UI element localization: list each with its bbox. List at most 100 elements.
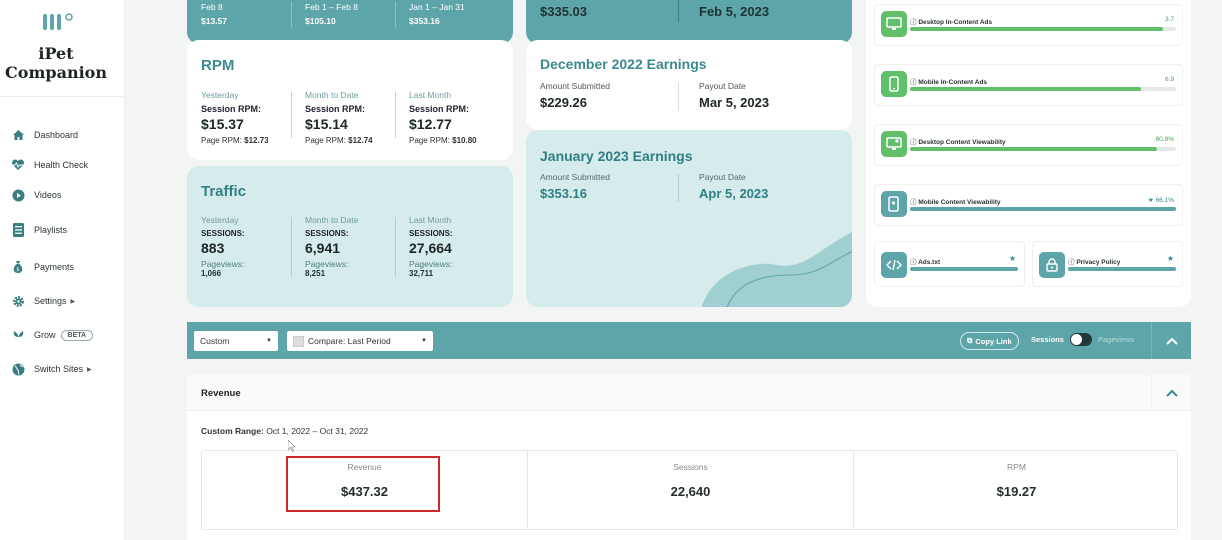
- divider: [395, 217, 396, 277]
- desktop-icon: [881, 11, 907, 37]
- stat-label: Sessions: [673, 462, 708, 472]
- col-value: $13.57: [201, 16, 227, 26]
- health-item-desktop-in-content-ads[interactable]: ⓘ Desktop In-Content Ads 3.7: [874, 4, 1183, 46]
- brand-line-2: Companion: [5, 63, 107, 82]
- traffic-col-last-month: Last Month SESSIONS: 27,664 Pageviews: 3…: [409, 215, 453, 278]
- compare-select[interactable]: Compare: Last Period ▼: [287, 331, 433, 351]
- rpm-card: RPM Yesterday Session RPM: $15.37 Page R…: [187, 40, 513, 160]
- caret-down-icon: ▼: [421, 338, 427, 344]
- rpm-col-last-month: Last Month Session RPM: $12.77 Page RPM:…: [409, 90, 477, 145]
- nav-label: Dashboard: [34, 130, 79, 140]
- nav-label: Videos: [34, 190, 62, 200]
- pageviews-value: 8,251: [305, 269, 326, 278]
- pageviews-toggle-label: Pageviews: [1098, 335, 1135, 344]
- collapse-filter-button[interactable]: [1151, 322, 1191, 359]
- progress-fill: [1068, 267, 1176, 271]
- period-label: Yesterday: [201, 215, 239, 225]
- amount-block: Amount Submitted $229.26: [540, 81, 610, 110]
- health-item-value: 66.1%: [1155, 197, 1174, 204]
- nav-settings[interactable]: Settings ▶: [10, 289, 75, 313]
- col-value: $105.10: [305, 16, 336, 26]
- rpm-col-yesterday: Yesterday Session RPM: $15.37 Page RPM: …: [201, 90, 269, 145]
- period-label: Last Month: [409, 90, 452, 100]
- amount-value: $353.16: [540, 186, 587, 201]
- session-rpm-label: Session RPM:: [305, 104, 366, 114]
- divider: [291, 2, 292, 28]
- copy-link-button[interactable]: ⧉ Copy Link: [960, 332, 1019, 350]
- date-range-value: Custom: [200, 336, 230, 346]
- progress-fill: [910, 267, 1018, 271]
- pageviews-label: Pageviews:: [409, 259, 453, 269]
- stat-label: RPM: [1007, 462, 1026, 472]
- nav-health-check[interactable]: Health Check: [10, 153, 88, 177]
- brand-line-1: iPet: [38, 44, 74, 63]
- info-icon: ⓘ: [910, 139, 917, 146]
- collapse-revenue-button[interactable]: [1151, 375, 1191, 411]
- nav-grow[interactable]: Grow BETA: [10, 323, 94, 347]
- page-rpm-label: Page RPM:: [305, 136, 346, 145]
- info-icon: ⓘ: [910, 259, 917, 266]
- compare-value: Compare: Last Period: [308, 336, 391, 346]
- health-item-name: Privacy Policy: [1076, 259, 1121, 266]
- rpm-col-mtd: Month to Date Session RPM: $15.14 Page R…: [305, 90, 373, 145]
- code-icon: [881, 252, 907, 278]
- nav-videos[interactable]: Videos: [10, 183, 61, 207]
- stat-rpm[interactable]: RPM $19.27: [854, 451, 1179, 531]
- progress-bar: [910, 27, 1176, 31]
- traffic-card: Traffic Yesterday SESSIONS: 883 Pageview…: [187, 166, 513, 307]
- sidebar: iPet Companion Dashboard Health Check Vi…: [0, 0, 125, 540]
- session-rpm-value: $15.37: [201, 116, 244, 132]
- date-range-select[interactable]: Custom ▼: [194, 331, 278, 351]
- filter-bar: Custom ▼ Compare: Last Period ▼ ⧉ Copy L…: [187, 322, 1191, 359]
- logo-icon: [43, 13, 73, 30]
- session-rpm-value: $12.77: [409, 116, 452, 132]
- december-earnings-title: December 2022 Earnings: [540, 56, 707, 72]
- info-icon: ⓘ: [910, 19, 917, 26]
- play-icon: [10, 187, 26, 203]
- nav-switch-sites[interactable]: Switch Sites ▶: [10, 357, 92, 381]
- compare-checkbox[interactable]: [293, 335, 304, 347]
- beta-badge: BETA: [60, 329, 94, 341]
- amount-value: $229.26: [540, 95, 587, 110]
- pageviews-value: 1,066: [201, 269, 222, 278]
- sessions-pageviews-toggle[interactable]: [1070, 333, 1092, 346]
- nav-dashboard[interactable]: Dashboard: [10, 123, 78, 147]
- progress-bar: [910, 207, 1176, 211]
- desktop-eye-icon: [881, 131, 907, 157]
- page-rpm-value: $10.80: [452, 136, 477, 145]
- sessions-label: SESSIONS:: [409, 229, 453, 238]
- health-item-privacy-policy[interactable]: ⓘ Privacy Policy ★: [1032, 241, 1183, 287]
- health-check-panel: ⓘ Desktop In-Content Ads 3.7 ⓘ Mobile In…: [866, 0, 1191, 307]
- payout-amount: $335.03: [540, 4, 587, 19]
- divider: [395, 2, 396, 28]
- divider: [678, 174, 679, 202]
- health-item-desktop-content-viewability[interactable]: ⓘ Desktop Content Viewability 60.8%: [874, 124, 1183, 166]
- health-item-mobile-in-content-ads[interactable]: ⓘ Mobile In-Content Ads 6.9: [874, 64, 1183, 106]
- nav-payments[interactable]: $ Payments: [10, 255, 74, 279]
- col-value: $353.16: [409, 16, 440, 26]
- amount-block: Amount Submitted $353.16: [540, 172, 610, 201]
- page-rpm-label: Page RPM:: [201, 136, 242, 145]
- period-label: Yesterday: [201, 90, 239, 100]
- mobile-eye-icon: [881, 191, 907, 217]
- top-payout-card: $335.03 Feb 5, 2023: [526, 0, 852, 44]
- stat-sessions[interactable]: Sessions 22,640: [528, 451, 853, 531]
- traffic-col-mtd: Month to Date SESSIONS: 6,941 Pageviews:…: [305, 215, 358, 278]
- home-icon: [10, 127, 26, 143]
- health-item-ads-txt[interactable]: ⓘ Ads.txt ★: [874, 241, 1025, 287]
- toggle-knob: [1071, 334, 1082, 345]
- divider: [291, 92, 292, 138]
- nav-label: Health Check: [34, 160, 89, 170]
- plant-icon: [10, 327, 26, 343]
- health-item-mobile-content-viewability[interactable]: ⓘ Mobile Content Viewability ★ 66.1%: [874, 184, 1183, 226]
- pageviews-value: 32,711: [409, 269, 434, 278]
- sessions-value: 27,664: [409, 240, 452, 256]
- col-label: Feb 8: [201, 2, 223, 12]
- copy-link-label: Copy Link: [975, 336, 1012, 346]
- divider: [395, 92, 396, 138]
- earnings-col: Feb 1 – Feb 8 $105.10: [305, 2, 358, 26]
- pageviews-label: Pageviews:: [201, 259, 245, 269]
- sessions-value: 883: [201, 240, 225, 256]
- nav-playlists[interactable]: Playlists: [10, 218, 67, 242]
- nav-label: Playlists: [34, 225, 68, 235]
